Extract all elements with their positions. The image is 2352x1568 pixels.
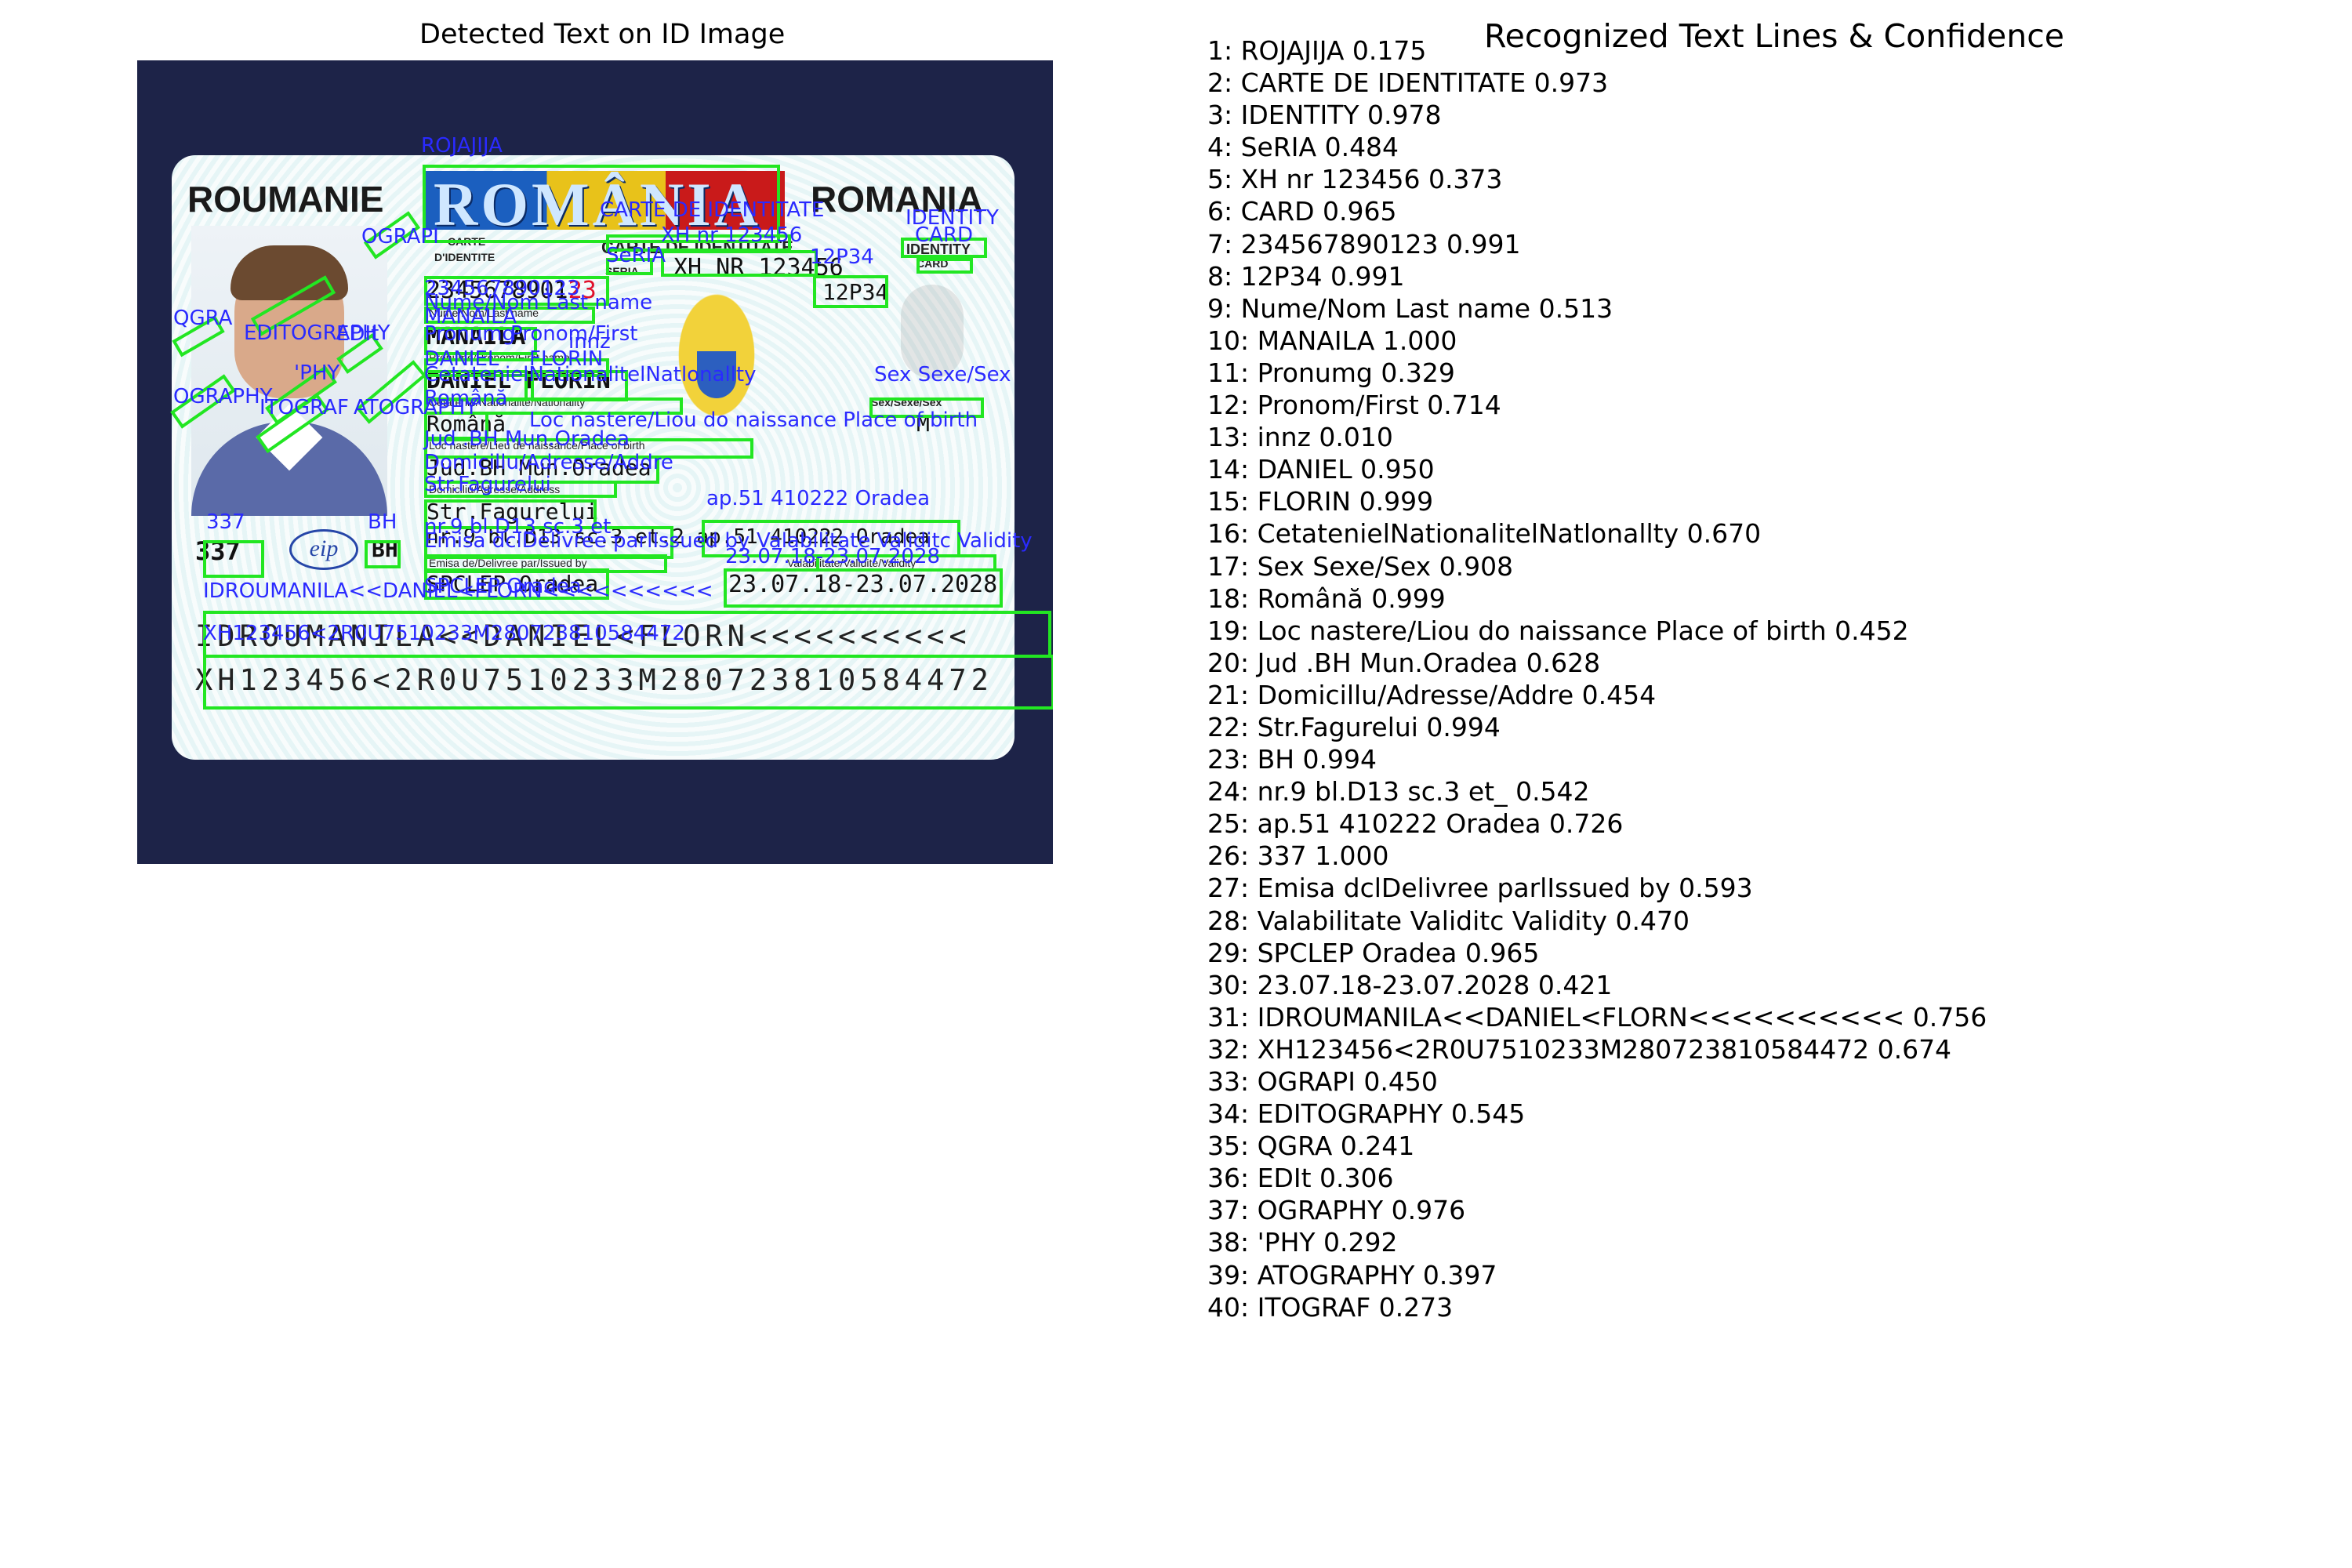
recognized-line: 34: EDITOGRAPHY 0.545 [1207, 1098, 1526, 1130]
ov-dates: 23.07.18-23.07.2028 [725, 545, 941, 568]
recognized-line: 39: ATOGRAPHY 0.397 [1207, 1259, 1497, 1290]
recognized-line: 14: DANIEL 0.950 [1207, 454, 1435, 485]
recognized-line: 15: FLORIN 0.999 [1207, 486, 1434, 517]
recognized-line: 21: Domicillu/Adresse/Addre 0.454 [1207, 679, 1657, 710]
recognized-line: 11: Pronumg 0.329 [1207, 357, 1455, 388]
ov-sex: Sex Sexe/Sex [874, 363, 1011, 387]
recognized-line: 9: Nume/Nom Last name 0.513 [1207, 292, 1613, 324]
recognized-line: 28: Valabilitate Validitc Validity 0.470 [1207, 905, 1690, 936]
recognized-line: 38: 'PHY 0.292 [1207, 1227, 1398, 1258]
recognized-line: 32: XH123456<2R0U7510233M280723810584472… [1207, 1033, 1952, 1065]
recognized-line: 31: IDROUMANILA<<DANIEL<FLORN<<<<<<<<<< … [1207, 1001, 1987, 1033]
recognized-line: 18: Română 0.999 [1207, 583, 1446, 614]
recognized-line: 26: 337 1.000 [1207, 840, 1389, 872]
eip-logo: eip [289, 529, 358, 570]
recognized-line: 24: nr.9 bl.D13 sc.3 et_ 0.542 [1207, 776, 1590, 808]
ov-phy: 'PHY [294, 361, 340, 385]
recognized-lines-list: 1: ROJAJIJA 0.175 2: CARTE DE IDENTITATE … [1207, 34, 1987, 1323]
recognized-line: 1: ROJAJIJA 0.175 [1207, 35, 1427, 66]
recognized-line: 19: Loc nastere/Liou do naissance Place … [1207, 615, 1909, 646]
ov-domic: Domicillu/Adresse/Addre [424, 451, 673, 474]
didentite-word: D'IDENTITE [434, 251, 495, 263]
ov-mrz2: XH123456<2R0U7510233M280723810584472 [203, 622, 685, 645]
ov-ograpi: OGRAPI [361, 225, 439, 249]
ov-ography: OGRAPHY [173, 385, 273, 408]
portrait-photo [191, 226, 387, 516]
left-panel-title: Detected Text on ID Image [419, 19, 786, 50]
ov-ap51: ap.51 410222 Oradea [706, 487, 931, 510]
recognized-line: 30: 23.07.18-23.07.2028 0.421 [1207, 969, 1613, 1000]
recognized-line: 12: Pronom/First 0.714 [1207, 390, 1501, 421]
id-card-image: ROUMANIE ROMÂNIA ROMANIA CARTE D'IDENTIT… [137, 60, 1053, 864]
ov-337: 337 [206, 510, 245, 534]
recognized-line: 29: SPCLEP Oradea 0.965 [1207, 937, 1540, 968]
ov-12p34: 12P34 [810, 245, 874, 269]
ov-carte-ident: CARTE DE IDENTITATE [600, 198, 825, 222]
recognized-line: 37: OGRAPHY 0.976 [1207, 1195, 1466, 1226]
recognized-line: 33: OGRAPI 0.450 [1207, 1066, 1438, 1097]
recognized-line: 16: CetatenielNationalitelNatlonallty 0.… [1207, 518, 1762, 550]
country-name-fr: ROUMANIE [187, 179, 384, 220]
ov-street: Str.Fagurelui [424, 473, 551, 496]
recognized-line: 3: IDENTITY 0.978 [1207, 100, 1442, 131]
ov-itograf: ITOGRAF [260, 396, 349, 419]
ov-xh: XH nr 123456 [661, 223, 803, 247]
recognized-line: 25: ap.51 410222 Oradea 0.726 [1207, 808, 1624, 840]
recognized-line: 7: 234567890123 0.991 [1207, 228, 1521, 260]
recognized-line: 20: Jud .BH Mun.Oradea 0.628 [1207, 647, 1601, 678]
ov-qgra: QGRA [173, 307, 233, 330]
recognized-line: 5: XH nr 123456 0.373 [1207, 164, 1503, 195]
recognized-line: 6: CARD 0.965 [1207, 196, 1397, 227]
recognized-line: 13: innz 0.010 [1207, 422, 1393, 453]
ov-rojajija: ROJAJIJA [421, 134, 503, 158]
recognized-line: 10: MANAILA 1.000 [1207, 325, 1457, 356]
recognized-line: 22: Str.Fagurelui 0.994 [1207, 711, 1501, 742]
ov-mrz1: IDROUMANILA<<DANIEL<FLORN<<<<<<<<<< [203, 579, 713, 603]
recognized-line: 23: BH 0.994 [1207, 744, 1377, 775]
ov-bh: BH [368, 510, 397, 534]
ov-card: CARD [915, 223, 974, 247]
recognized-line: 17: Sex Sexe/Sex 0.908 [1207, 550, 1514, 582]
recognized-line: 2: CARTE DE IDENTITATE 0.973 [1207, 67, 1609, 99]
recognized-line: 27: Emisa dclDelivree parlIssued by 0.59… [1207, 873, 1753, 904]
recognized-line: 35: QGRA 0.241 [1207, 1131, 1415, 1162]
ov-citizen: CetatenielNationalitelNatlonallty [424, 363, 757, 387]
recognized-line: 8: 12P34 0.991 [1207, 260, 1405, 292]
ov-seria: SeRIA [606, 244, 666, 267]
ov-jud: Jud .BH Mun.Oradea [424, 427, 630, 451]
recognized-line: 4: SeRIA 0.484 [1207, 132, 1399, 163]
ov-pronumg: Pronumg [424, 322, 516, 346]
ov-emisa: Emisa dclDelivree parlIssued by [424, 529, 750, 553]
recognized-line: 40: ITOGRAF 0.273 [1207, 1291, 1454, 1323]
ov-atography: ATOGRAPHY [354, 396, 478, 419]
recognized-line: 36: EDIt 0.306 [1207, 1163, 1394, 1194]
ov-edit: EDIt [336, 322, 379, 346]
